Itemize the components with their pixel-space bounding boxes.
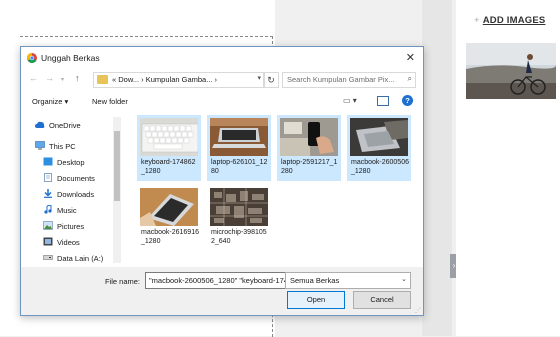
address-path: « Dow... › Kumpulan Gamba... › [112,75,218,84]
sidebar-item-downloads[interactable]: Downloads [43,189,94,203]
refresh-button[interactable]: ↻ [263,72,279,88]
cloud-icon [35,121,45,128]
file-item[interactable]: microchip-3981052_640 [207,185,271,251]
file-name: macbook-2600506_1280 [351,159,409,175]
chrome-icon [27,53,37,63]
cancel-button[interactable]: Cancel [353,291,411,309]
arrow-right-icon[interactable]: → [45,73,54,83]
file-name-label: File name: [105,277,141,286]
file-thumbnail [280,118,338,156]
arrow-left-icon[interactable]: ← [29,73,38,83]
file-thumbnail [350,118,408,156]
help-icon[interactable]: ? [402,95,413,106]
chevron-down-icon[interactable]: ▾ [61,76,64,83]
navigation-scrollbar[interactable] [113,117,121,263]
video-icon [43,237,53,246]
sidebar-item-videos[interactable]: Videos [43,237,80,251]
chevron-down-icon[interactable]: ▾ [257,74,261,82]
search-icon: ⌕ [407,74,412,83]
file-item[interactable]: macbook-2600506_1280 [347,115,411,181]
file-item[interactable]: laptop-2591217_1280 [277,115,341,181]
file-name: microchip-3981052_640 [211,229,267,245]
file-thumbnail [140,188,198,226]
add-images-button[interactable]: + ADD IMAGES [474,15,545,26]
plus-icon: + [474,15,480,26]
sidebar-item-this-pc[interactable]: This PC [35,141,76,155]
view-options-icon[interactable]: ▭ ▾ [343,96,357,105]
sidebar-item-documents[interactable]: Documents [43,173,95,187]
arrow-up-icon[interactable]: ↑ [75,73,80,83]
navigation-pane: OneDrive This PC Desktop Documents Downl… [21,115,121,267]
file-item[interactable]: macbook-2616916_1280 [137,185,201,251]
file-item[interactable]: laptop-626101_1280 [207,115,271,181]
chevron-down-icon: ⌄ [401,276,407,283]
file-name: laptop-2591217_1280 [281,159,338,175]
dialog-titlebar: Unggah Berkas ✕ [21,47,423,69]
file-name: keyboard-174862_1280 [141,159,196,175]
new-folder-button[interactable]: New folder [92,97,128,106]
drive-icon [43,255,53,260]
file-list: keyboard-174862_1280 laptop-626101_1280 … [133,115,421,265]
pictures-icon [43,221,53,230]
file-type-select[interactable]: Semua Berkas ⌄ [285,272,411,289]
download-icon [44,189,52,198]
computer-icon [35,141,45,150]
file-item[interactable]: keyboard-174862_1280 [137,115,201,181]
gutter [422,0,452,336]
sidebar-item-pictures[interactable]: Pictures [43,221,84,235]
sidebar-item-desktop[interactable]: Desktop [43,157,85,171]
music-icon [44,205,52,214]
file-name: macbook-2616916_1280 [141,229,199,245]
search-placeholder: Search Kumpulan Gambar Pix... [287,75,395,84]
desktop-icon [43,157,53,166]
resize-grip-icon[interactable]: ⋰ [415,307,421,314]
file-thumbnail [140,118,198,156]
file-type-value: Semua Berkas [290,276,340,285]
sidebar-item-data-lain[interactable]: Data Lain (A:) [43,253,103,267]
file-name-value: "macbook-2600506_1280" "keyboard-174862_… [149,276,294,285]
scrollbar-thumb[interactable] [114,131,120,201]
toolbar: Organize ▾ New folder ▭ ▾ ? [21,93,423,111]
preview-pane-icon[interactable] [377,96,389,106]
file-name-input[interactable]: "macbook-2600506_1280" "keyboard-174862_… [145,272,299,289]
file-thumbnail [210,188,268,226]
organize-button[interactable]: Organize ▾ [32,97,68,106]
file-upload-dialog: Unggah Berkas ✕ ← → ▾ ↑ « Dow... › Kumpu… [20,46,424,316]
close-icon[interactable]: ✕ [406,51,415,64]
chevron-right-icon: › [452,261,456,270]
dialog-title: Unggah Berkas [41,53,100,63]
file-thumbnail [210,118,268,156]
file-name: laptop-626101_1280 [211,159,268,175]
search-input[interactable]: Search Kumpulan Gambar Pix... ⌕ [282,72,416,88]
open-button[interactable]: Open [287,291,345,309]
address-bar[interactable]: « Dow... › Kumpulan Gamba... › ▾ [93,72,265,88]
dialog-footer: File name: "macbook-2600506_1280" "keybo… [21,267,423,315]
document-icon [44,173,52,182]
sidebar-item-onedrive[interactable]: OneDrive [35,120,81,134]
navigation-bar: ← → ▾ ↑ « Dow... › Kumpulan Gamba... › ▾… [21,71,423,89]
refresh-icon: ↻ [267,75,275,85]
bicycle-image-thumbnail[interactable] [466,43,556,99]
folder-icon [97,75,108,84]
sidebar-item-music[interactable]: Music [43,205,77,219]
